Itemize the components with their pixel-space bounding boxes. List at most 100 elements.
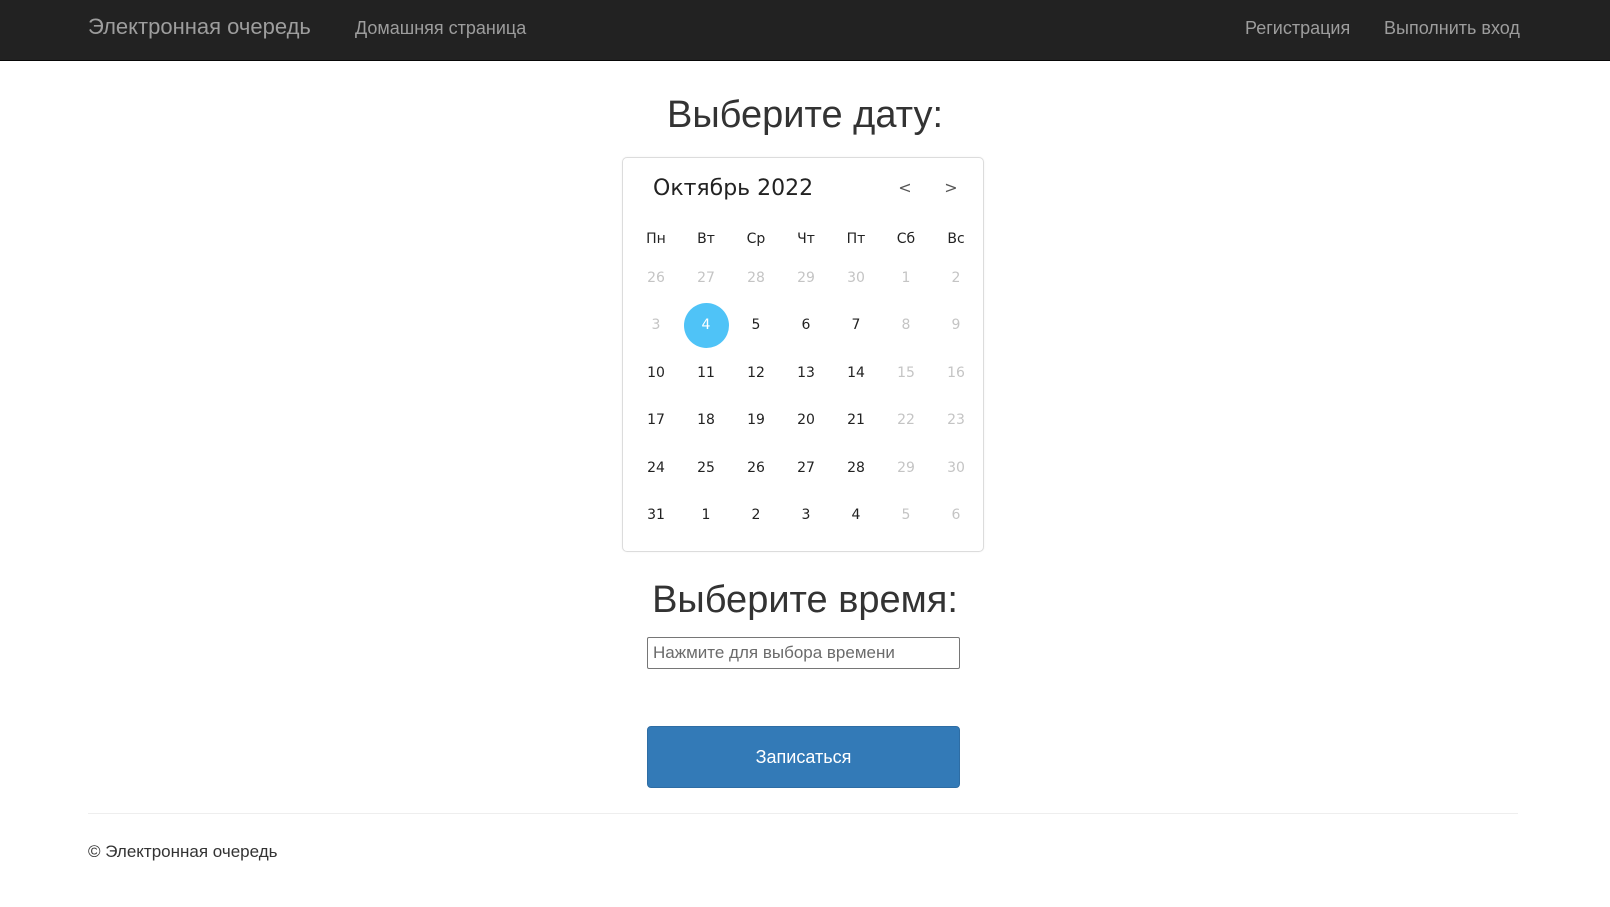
calendar-day[interactable]: 4 [831, 492, 881, 540]
calendar-weekday-header: Чт [797, 231, 815, 247]
calendar-day-number: 6 [951, 507, 961, 524]
calendar-day[interactable]: 11 [681, 349, 731, 397]
calendar-day: 30 [831, 254, 881, 302]
calendar-day[interactable]: 18 [681, 397, 731, 445]
calendar-day[interactable]: 10 [631, 349, 681, 397]
calendar-day: 23 [931, 397, 981, 445]
calendar-day-number: 4 [851, 507, 861, 524]
time-picker-input[interactable] [647, 637, 960, 669]
calendar-next-month-button[interactable]: > [941, 178, 961, 197]
calendar-day-number: 5 [901, 507, 911, 524]
calendar-day-number: 27 [797, 459, 815, 476]
calendar-weekday-header: Вт [697, 231, 715, 247]
calendar-day: 26 [631, 254, 681, 302]
calendar-day-number: 21 [847, 412, 865, 429]
calendar-day-number: 18 [697, 412, 715, 429]
calendar-day: 29 [881, 444, 931, 492]
calendar-day[interactable]: 7 [831, 302, 881, 350]
calendar-day[interactable]: 26 [731, 444, 781, 492]
calendar-day-number: 30 [847, 269, 865, 286]
footer-copyright: © Электронная очередь [88, 842, 278, 861]
calendar-day: 5 [881, 492, 931, 540]
calendar-day: 30 [931, 444, 981, 492]
calendar-day-number: 16 [947, 364, 965, 381]
time-heading: Выберите время: [652, 579, 958, 621]
date-heading: Выберите дату: [666, 94, 944, 136]
calendar-day-number: 28 [747, 269, 765, 286]
calendar-day-number: 27 [697, 269, 715, 286]
calendar-day: 27 [681, 254, 731, 302]
calendar-day-number: 14 [847, 364, 865, 381]
calendar-day: 22 [881, 397, 931, 445]
submit-button[interactable]: Записаться [647, 726, 960, 788]
calendar-weekday-header: Ср [746, 231, 766, 247]
calendar-day: 3 [631, 302, 681, 350]
calendar-day-number: 6 [801, 317, 811, 334]
calendar-day[interactable]: 20 [781, 397, 831, 445]
calendar-day-number: 5 [751, 317, 761, 334]
calendar-day-number: 30 [947, 459, 965, 476]
calendar-weekday-header: Пт [846, 231, 866, 247]
calendar-day-number: 29 [797, 269, 815, 286]
calendar-prev-month-button[interactable]: < [895, 178, 915, 197]
nav-home-link[interactable]: Домашняя страница [355, 18, 526, 39]
calendar-day[interactable]: 13 [781, 349, 831, 397]
calendar-day-number: 29 [897, 459, 915, 476]
calendar-day-number: 28 [847, 459, 865, 476]
calendar-day-number: 17 [647, 412, 665, 429]
calendar-day: 1 [881, 254, 931, 302]
calendar-day-number: 15 [897, 364, 915, 381]
calendar-day-number: 1 [901, 269, 911, 286]
calendar-weekday-header: Вс [947, 231, 965, 247]
calendar-day: 8 [881, 302, 931, 350]
calendar-day[interactable]: 5 [731, 302, 781, 350]
calendar-day[interactable]: 19 [731, 397, 781, 445]
nav-register-link[interactable]: Регистрация [1245, 18, 1350, 39]
calendar-month-label: Октябрь 2022 [653, 176, 814, 201]
calendar-day[interactable]: 27 [781, 444, 831, 492]
top-navbar: Электронная очередь Домашняя страница Ре… [0, 0, 1610, 61]
calendar-day-number: 10 [647, 364, 665, 381]
calendar-day-number: 7 [851, 317, 861, 334]
calendar-day-number: 23 [947, 412, 965, 429]
calendar-day-number: 3 [651, 317, 661, 334]
calendar-day-number: 22 [897, 412, 915, 429]
calendar-day-number: 4 [683, 302, 729, 348]
calendar-day-number: 26 [647, 269, 665, 286]
calendar-day[interactable]: 28 [831, 444, 881, 492]
calendar-day[interactable]: 24 [631, 444, 681, 492]
calendar-day[interactable]: 6 [781, 302, 831, 350]
calendar-day[interactable]: 3 [781, 492, 831, 540]
calendar-day[interactable]: 12 [731, 349, 781, 397]
nav-login-link[interactable]: Выполнить вход [1384, 18, 1520, 39]
calendar-grid: Пн Вт Ср Чт Пт Сб Вс 26 27 28 29 30 1 2 3 4 5 6 7 8 9 10 11 12 1… [631, 224, 981, 539]
calendar-day-number: 11 [697, 364, 715, 381]
calendar-day[interactable]: 31 [631, 492, 681, 540]
footer-divider [88, 813, 1518, 814]
calendar-day-number: 26 [747, 459, 765, 476]
calendar-day: 29 [781, 254, 831, 302]
calendar-day-number: 19 [747, 412, 765, 429]
calendar-day-number: 9 [951, 317, 961, 334]
calendar-day-number: 13 [797, 364, 815, 381]
calendar-weekday-header: Пн [646, 231, 666, 247]
calendar-day-number: 1 [701, 507, 711, 524]
calendar-day[interactable]: 1 [681, 492, 731, 540]
calendar-day-number: 25 [697, 459, 715, 476]
calendar-day: 2 [931, 254, 981, 302]
calendar-day[interactable]: 25 [681, 444, 731, 492]
calendar-day-number: 24 [647, 459, 665, 476]
calendar-day[interactable]: 2 [731, 492, 781, 540]
date-calendar: Октябрь 2022 < > Пн Вт Ср Чт Пт Сб Вс 26 27 28 29 3… [622, 157, 984, 552]
calendar-day[interactable]: 14 [831, 349, 881, 397]
calendar-day-number: 31 [647, 507, 665, 524]
calendar-day-selected[interactable]: 4 [681, 302, 731, 350]
calendar-day: 15 [881, 349, 931, 397]
calendar-day[interactable]: 21 [831, 397, 881, 445]
calendar-day: 6 [931, 492, 981, 540]
calendar-day[interactable]: 17 [631, 397, 681, 445]
calendar-day-number: 2 [951, 269, 961, 286]
calendar-day-number: 12 [747, 364, 765, 381]
calendar-weekday-header: Сб [896, 231, 916, 247]
brand-link[interactable]: Электронная очередь [88, 14, 311, 40]
